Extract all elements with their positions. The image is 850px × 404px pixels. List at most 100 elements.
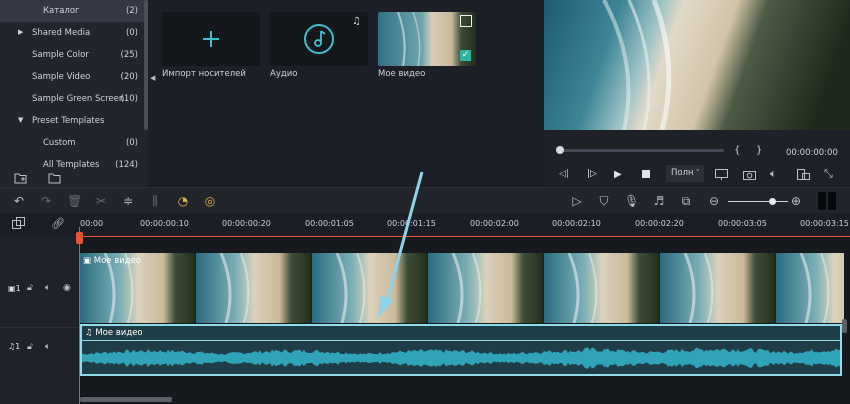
audio-mixer-icon[interactable]: ⫼ xyxy=(148,194,162,208)
volume-icon[interactable]: 🔈︎ xyxy=(770,167,777,181)
track-number: 1 xyxy=(15,342,21,351)
quality-select[interactable]: Полн ˅ xyxy=(666,165,704,182)
lock-icon[interactable]: 🔓︎ xyxy=(27,342,33,352)
chevron-down-icon: ˅ xyxy=(693,169,700,177)
folder-icon[interactable] xyxy=(48,172,62,184)
ruler-label: 00:00:00:10 xyxy=(140,219,189,228)
sidebar-item-count: (0) xyxy=(125,138,138,148)
video-tile[interactable]: ✓ xyxy=(378,12,476,66)
microphone-icon[interactable]: 🎙︎ xyxy=(624,194,639,208)
collapse-arrow-icon[interactable]: ▼ xyxy=(18,116,23,124)
clip-divider xyxy=(82,340,840,341)
drag-arrow xyxy=(378,171,424,318)
audio-clip-label: ♫ Мое видео xyxy=(85,328,143,338)
ruler-label: 00:00:03:05 xyxy=(718,219,767,228)
audio-track-icon: ♫1 xyxy=(8,342,21,351)
ruler-label: 00:00:00:20 xyxy=(222,219,271,228)
sidebar-item-count: (10) xyxy=(120,94,138,104)
timeline-tracks: ▣ Мое видео ♫ Мое видео xyxy=(76,227,850,404)
cut-icon[interactable]: ✂ xyxy=(94,194,108,208)
preview-scrubber[interactable] xyxy=(560,149,724,152)
sidebar-item-count: (20) xyxy=(120,72,138,82)
auto-enhance-icon[interactable]: ◎ xyxy=(203,194,217,208)
zoom-out-icon[interactable]: ⊖ xyxy=(707,194,721,208)
snapshot-layout-icon[interactable] xyxy=(797,169,810,180)
expand-arrow-icon[interactable]: ▶ xyxy=(18,28,23,36)
timeline-vscroll[interactable] xyxy=(842,319,847,333)
mute-icon[interactable]: 🔈︎ xyxy=(45,342,50,352)
marker-icon[interactable]: ⛉ xyxy=(597,194,611,208)
zoom-slider-handle[interactable] xyxy=(769,198,776,205)
collapse-panel-icon[interactable]: ◀ xyxy=(150,74,155,82)
add-track-icon[interactable] xyxy=(12,217,26,231)
delete-icon[interactable]: 🗑︎ xyxy=(67,194,82,208)
sidebar-item-label: Sample Color xyxy=(32,50,89,60)
lock-icon[interactable]: 🔓︎ xyxy=(27,283,33,293)
mute-icon[interactable]: 🔈︎ xyxy=(45,283,50,293)
sidebar-item-label: Sample Green Screen xyxy=(32,94,125,104)
video-clip[interactable]: ▣ Мое видео xyxy=(80,253,844,323)
library-sidebar: Каталог (2) ▶ Shared Media (0) Sample Co… xyxy=(0,0,148,186)
new-folder-icon[interactable] xyxy=(14,172,28,184)
step-play-icon[interactable]: |▷ xyxy=(587,169,597,179)
media-item-label: Импорт носителей xyxy=(162,69,246,79)
eye-icon[interactable]: ◉ xyxy=(63,283,71,293)
sidebar-item-sample-video[interactable]: Sample Video (20) xyxy=(0,66,146,88)
sidebar-item-catalog[interactable]: Каталог (2) xyxy=(0,0,146,22)
stop-icon[interactable] xyxy=(642,170,650,178)
fullscreen-icon[interactable]: ⤡ xyxy=(824,167,833,181)
track-headers: ▣1 🔓︎ 🔈︎ ◉ ♫1 🔓︎ 🔈︎ xyxy=(0,237,78,404)
camera-icon[interactable] xyxy=(743,169,756,180)
speed-icon[interactable]: ◔ xyxy=(176,194,190,208)
sidebar-item-sample-color[interactable]: Sample Color (25) xyxy=(0,44,146,66)
undo-icon[interactable]: ↶ xyxy=(12,194,26,208)
sidebar-item-label: Каталог xyxy=(43,6,80,16)
link-icon[interactable]: 🔗︎ xyxy=(51,217,65,230)
mark-out-button[interactable]: } xyxy=(756,145,762,156)
track-divider xyxy=(0,327,78,328)
film-icon xyxy=(460,15,472,27)
import-media-tile[interactable] xyxy=(162,12,260,66)
scrubber-handle[interactable] xyxy=(556,146,564,154)
ruler-label: 00:00 xyxy=(80,219,104,228)
sidebar-item-sample-green-screen[interactable]: Sample Green Screen (10) xyxy=(0,88,146,110)
audio-tile[interactable]: ♫ xyxy=(270,12,368,66)
audio-waveform xyxy=(82,347,840,369)
sidebar-item-count: (124) xyxy=(115,160,138,170)
quality-value: Полн xyxy=(671,168,694,178)
ruler-label: 00:00:02:20 xyxy=(635,219,684,228)
sidebar-item-label: Custom xyxy=(43,138,76,148)
track-number: 1 xyxy=(15,284,21,293)
sidebar-item-custom[interactable]: Custom (0) xyxy=(0,132,146,154)
sidebar-item-count: (25) xyxy=(120,50,138,60)
sidebar-item-shared-media[interactable]: ▶ Shared Media (0) xyxy=(0,22,146,44)
display-icon[interactable] xyxy=(715,169,728,180)
timeline-hscroll[interactable] xyxy=(80,397,172,402)
audio-clip[interactable]: ♫ Мое видео xyxy=(80,324,842,376)
playhead[interactable] xyxy=(79,227,80,404)
sidebar-item-label: Preset Templates xyxy=(32,116,105,126)
music-list-icon[interactable]: ♬ xyxy=(652,194,666,208)
sidebar-item-preset-templates[interactable]: ▼ Preset Templates xyxy=(0,110,146,132)
playhead-handle[interactable] xyxy=(76,232,83,244)
preview-video xyxy=(544,0,850,130)
ruler-label: 00:00:01:05 xyxy=(305,219,354,228)
prev-frame-icon[interactable]: ◁| xyxy=(559,169,569,179)
mark-in-button[interactable]: { xyxy=(734,145,740,156)
zoom-slider[interactable] xyxy=(728,201,788,202)
adjust-icon[interactable]: ≑ xyxy=(121,194,135,208)
sidebar-item-label: All Templates xyxy=(43,160,100,170)
redo-icon[interactable]: ↷ xyxy=(39,194,53,208)
clip-title: Мое видео xyxy=(93,256,142,266)
panel-toggle-left[interactable] xyxy=(818,192,826,210)
checkmark-icon: ✓ xyxy=(460,50,471,61)
panel-toggle-right[interactable] xyxy=(828,192,836,210)
split-screen-icon[interactable]: ⧉ xyxy=(679,194,693,208)
render-icon[interactable]: ▷ xyxy=(570,194,584,208)
media-item-label: Аудио xyxy=(270,69,298,79)
clip-title: Мое видео xyxy=(95,328,143,338)
play-icon[interactable]: ▶ xyxy=(614,169,622,180)
media-item-label: Мое видео xyxy=(378,69,426,79)
sidebar-item-count: (2) xyxy=(125,6,138,16)
zoom-in-icon[interactable]: ⊕ xyxy=(789,194,803,208)
